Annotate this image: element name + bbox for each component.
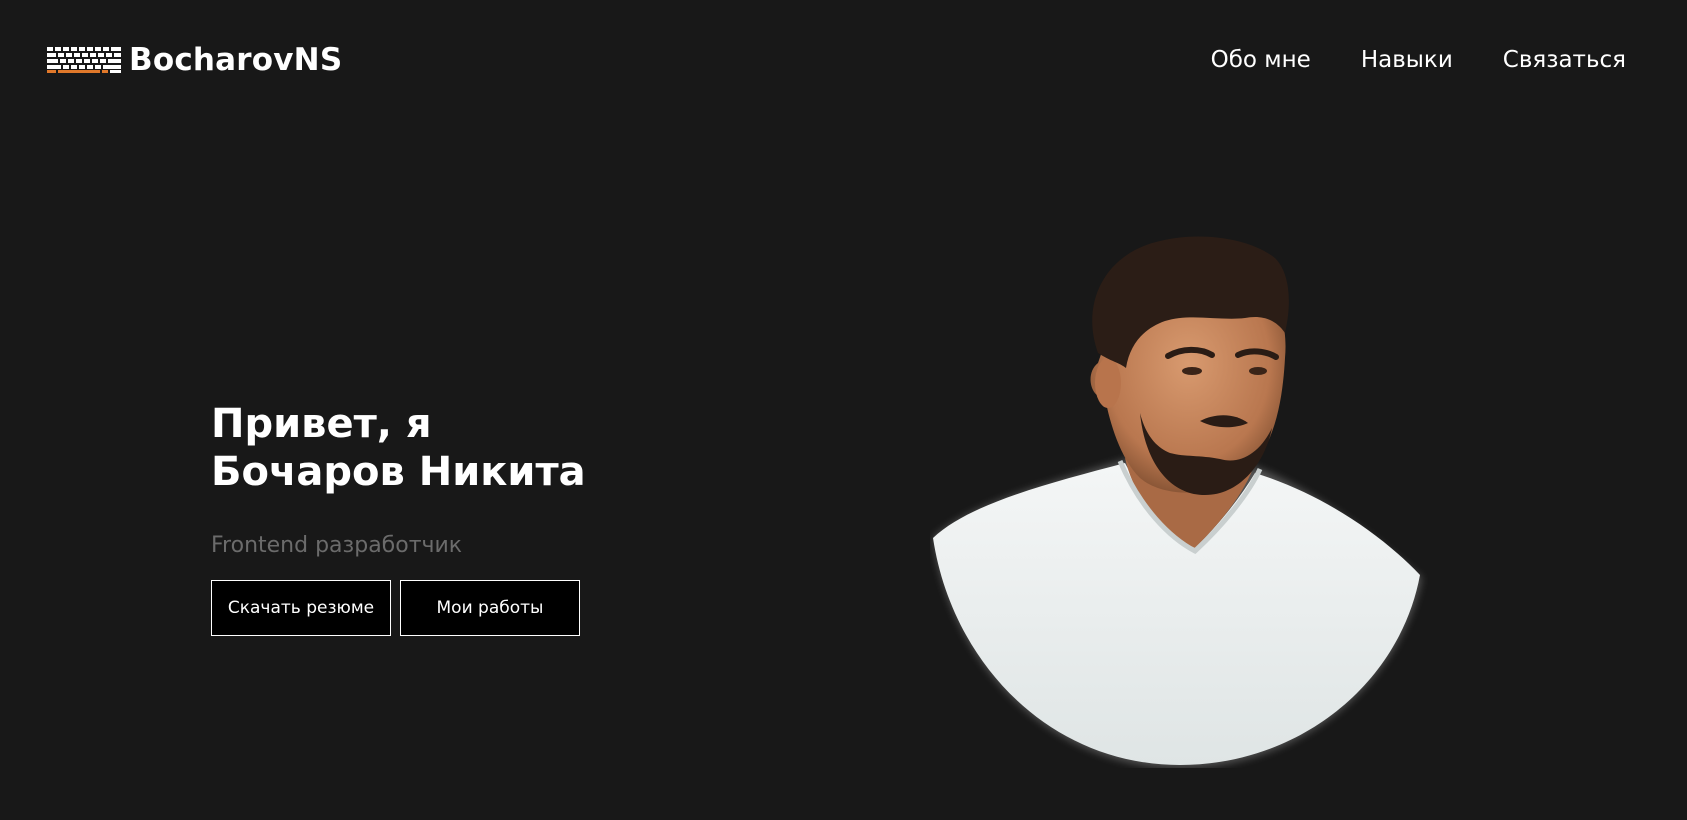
- main-nav: Обо мне Навыки Связаться: [1161, 42, 1626, 78]
- site-header: BocharovNS Обо мне Навыки Связаться: [0, 0, 1687, 120]
- download-resume-button[interactable]: Скачать резюме: [211, 580, 391, 636]
- hero-buttons: Скачать резюме Мои работы: [211, 580, 731, 636]
- logo-text: BocharovNS: [129, 42, 343, 78]
- nav-contact[interactable]: Связаться: [1503, 42, 1626, 78]
- hero-title-line1: Привет, я: [211, 401, 432, 447]
- hero-title-line2: Бочаров Никита: [211, 449, 586, 495]
- nav-skills[interactable]: Навыки: [1361, 42, 1453, 78]
- logo-link[interactable]: BocharovNS: [46, 42, 342, 78]
- keyboard-icon: [46, 46, 122, 74]
- hero-title: Привет, я Бочаров Никита: [211, 400, 731, 496]
- page: BocharovNS Обо мне Навыки Связаться Прив…: [0, 0, 1687, 820]
- profile-photo: [930, 233, 1430, 768]
- my-works-button[interactable]: Мои работы: [400, 580, 580, 636]
- nav-about[interactable]: Обо мне: [1211, 42, 1311, 78]
- hero-subtitle: Frontend разработчик: [211, 533, 463, 558]
- hero-intro: Привет, я Бочаров Никита Frontend разраб…: [211, 400, 731, 636]
